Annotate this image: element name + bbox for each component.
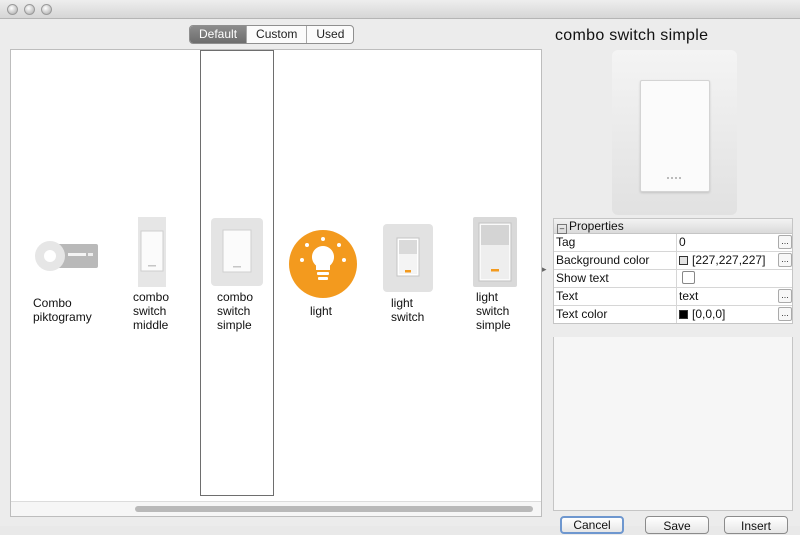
tab-custom[interactable]: Custom — [247, 26, 308, 43]
tab-default[interactable]: Default — [190, 26, 248, 43]
switch-plate — [640, 80, 710, 192]
scrollbar-thumb[interactable] — [135, 506, 533, 512]
property-row-background-color: Background color [227,227,227] ... — [554, 252, 792, 270]
insert-button[interactable]: Insert — [724, 516, 788, 534]
selection-frame — [200, 50, 274, 496]
property-name: Tag — [556, 235, 576, 249]
properties-header[interactable]: – Properties — [554, 219, 792, 234]
light-switch-icon — [383, 224, 433, 295]
combo-piktogramy-icon — [32, 240, 100, 279]
save-button[interactable]: Save — [645, 516, 709, 534]
gallery-tabs: Default Custom Used — [189, 25, 355, 44]
close-window-button[interactable] — [7, 4, 18, 15]
property-name: Show text — [556, 271, 609, 285]
preview-title: combo switch simple — [555, 27, 709, 44]
properties-panel: – Properties Tag 0 ... Background color [… — [553, 218, 793, 324]
gallery-item-label: Combo piktogramy — [33, 296, 92, 324]
light-bulb-icon — [289, 230, 357, 301]
tab-used[interactable]: Used — [307, 26, 353, 43]
property-name: Text color — [556, 307, 608, 321]
gallery-item-label: light — [310, 304, 333, 318]
preview-image — [612, 50, 737, 215]
gallery-item-combo-piktogramy[interactable]: Combo piktogramy — [29, 50, 109, 516]
property-name: Text — [556, 289, 579, 303]
gallery-item-combo-switch-middle[interactable]: combo switch middle — [129, 50, 189, 516]
show-text-checkbox[interactable] — [682, 271, 695, 284]
gallery-item-label: light switch simple — [476, 290, 511, 332]
gallery-item-label: combo switch middle — [133, 290, 170, 332]
collapse-icon[interactable]: – — [557, 224, 567, 234]
tag-value-field[interactable]: 0 — [676, 234, 775, 251]
property-name: Background color — [556, 253, 650, 267]
color-swatch — [679, 256, 688, 265]
color-swatch — [679, 310, 688, 319]
window-titlebar — [0, 0, 800, 19]
gallery-item-light[interactable]: light — [286, 50, 361, 516]
properties-empty-area — [553, 337, 793, 511]
background-color-edit-button[interactable]: ... — [778, 253, 792, 267]
minimize-window-button[interactable] — [24, 4, 35, 15]
text-color-value: [0,0,0] — [692, 307, 726, 321]
light-switch-simple-icon — [473, 217, 517, 290]
property-row-text: Text text ... — [554, 288, 792, 306]
background-color-value-field[interactable]: [227,227,227] — [676, 252, 775, 269]
gallery-item-light-switch-simple[interactable]: light switch simple — [466, 50, 541, 516]
zoom-window-button[interactable] — [41, 4, 52, 15]
text-value-field[interactable]: text — [676, 288, 775, 305]
tag-edit-button[interactable]: ... — [778, 235, 792, 249]
property-row-text-color: Text color [0,0,0] ... — [554, 306, 792, 323]
combo-switch-middle-icon — [138, 217, 166, 290]
gallery-item-light-switch[interactable]: light switch — [371, 50, 446, 516]
text-color-value-field[interactable]: [0,0,0] — [676, 306, 775, 323]
dialog-body: Default Custom Used Combo piktogramy com… — [0, 19, 800, 534]
background-color-value: [227,227,227] — [692, 253, 766, 267]
splitter-handle-icon[interactable]: ▸ — [542, 264, 547, 275]
gallery-item-label: light switch — [391, 296, 425, 324]
properties-header-label: Properties — [569, 219, 624, 233]
property-row-tag: Tag 0 ... — [554, 234, 792, 252]
property-row-show-text: Show text — [554, 270, 792, 288]
component-gallery: Combo piktogramy combo switch middle com… — [10, 49, 542, 517]
text-color-edit-button[interactable]: ... — [778, 307, 792, 321]
cancel-button[interactable]: Cancel — [560, 516, 624, 534]
show-text-value-field — [676, 270, 775, 287]
gallery-horizontal-scrollbar[interactable] — [11, 501, 541, 516]
text-edit-button[interactable]: ... — [778, 289, 792, 303]
